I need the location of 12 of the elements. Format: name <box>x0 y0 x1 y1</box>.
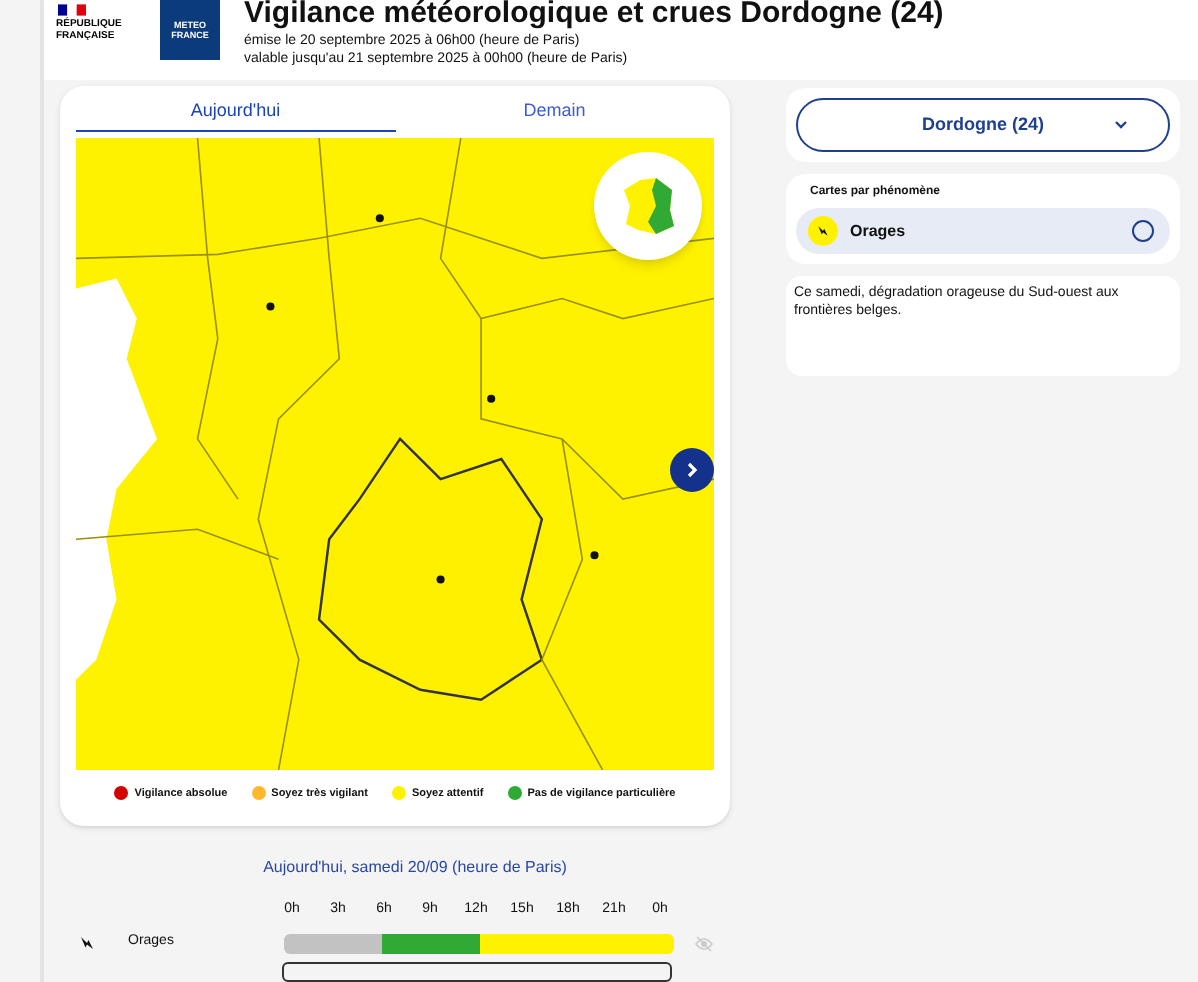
department-select[interactable]: Dordogne (24) <box>796 98 1170 152</box>
phenomenon-label: Orages <box>850 219 908 243</box>
lightning-icon <box>816 224 830 238</box>
radio-button[interactable] <box>1132 220 1154 242</box>
page-title: Vigilance météorologique et crues Dordogne (24) <box>244 0 944 28</box>
chevron-right-icon <box>684 461 700 477</box>
lightning-icon <box>78 934 96 952</box>
phenomenon-option[interactable]: Orages <box>796 208 1170 254</box>
day-tab[interactable]: Demain <box>395 98 714 131</box>
timeline-title: Aujourd'hui, samedi 20/09 (heure de Paris) <box>263 855 567 880</box>
day-tab[interactable]: Aujourd'hui <box>76 98 395 131</box>
chevron-down-icon <box>1114 120 1128 130</box>
